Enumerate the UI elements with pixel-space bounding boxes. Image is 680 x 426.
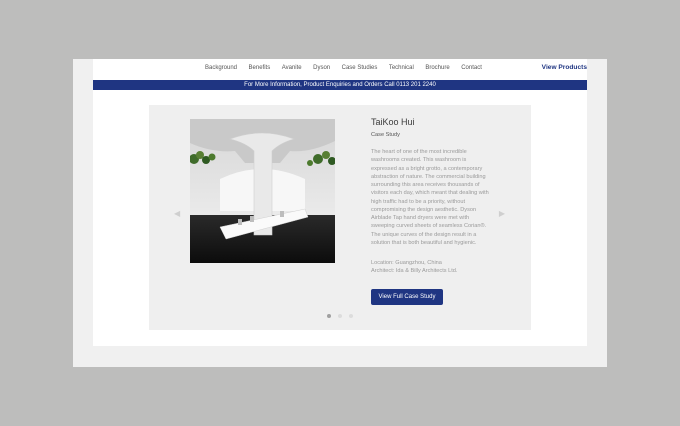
nav-links: Background Benefits Avanite Dyson Case S… (205, 65, 493, 71)
washroom-image (190, 119, 335, 263)
case-study-architect: Architect: Ida & Billy Architects Ltd. (371, 268, 458, 275)
case-study-location: Location: Guangzhou, China (371, 260, 442, 266)
carousel-dot-2[interactable] (338, 314, 342, 318)
nav-link-brochure[interactable]: Brochure (425, 65, 449, 71)
case-study-subtitle: Case Study (371, 132, 400, 138)
contact-banner: For More Information, Product Enquiries … (93, 80, 587, 90)
browser-frame: Background Benefits Avanite Dyson Case S… (73, 59, 607, 367)
nav-link-case-studies[interactable]: Case Studies (342, 65, 378, 71)
view-products-link[interactable]: View Products (542, 64, 587, 71)
carousel-dot-3[interactable] (349, 314, 353, 318)
nav-link-avanite[interactable]: Avanite (282, 65, 302, 71)
case-study-meta: Location: Guangzhou, China Architect: Id… (371, 259, 511, 276)
page: Background Benefits Avanite Dyson Case S… (93, 59, 587, 346)
nav-link-benefits[interactable]: Benefits (249, 65, 271, 71)
nav-link-background[interactable]: Background (205, 65, 237, 71)
view-full-case-study-button[interactable]: View Full Case Study (371, 289, 443, 305)
nav-link-technical[interactable]: Technical (389, 65, 414, 71)
nav-link-dyson[interactable]: Dyson (313, 65, 330, 71)
top-nav: Background Benefits Avanite Dyson Case S… (93, 59, 587, 79)
case-study-title: TaiKoo Hui (371, 117, 415, 127)
nav-link-contact[interactable]: Contact (461, 65, 482, 71)
case-study-photo (190, 119, 335, 263)
carousel-dots (327, 314, 353, 318)
carousel-dot-1[interactable] (327, 314, 331, 318)
case-study-description: The heart of one of the most incredible … (371, 149, 489, 246)
chevron-left-icon[interactable]: ◀ (174, 209, 180, 218)
case-study-carousel: ◀ ▶ TaiKoo Hui Case Study The heart of o… (149, 105, 531, 330)
chevron-right-icon[interactable]: ▶ (499, 209, 505, 218)
